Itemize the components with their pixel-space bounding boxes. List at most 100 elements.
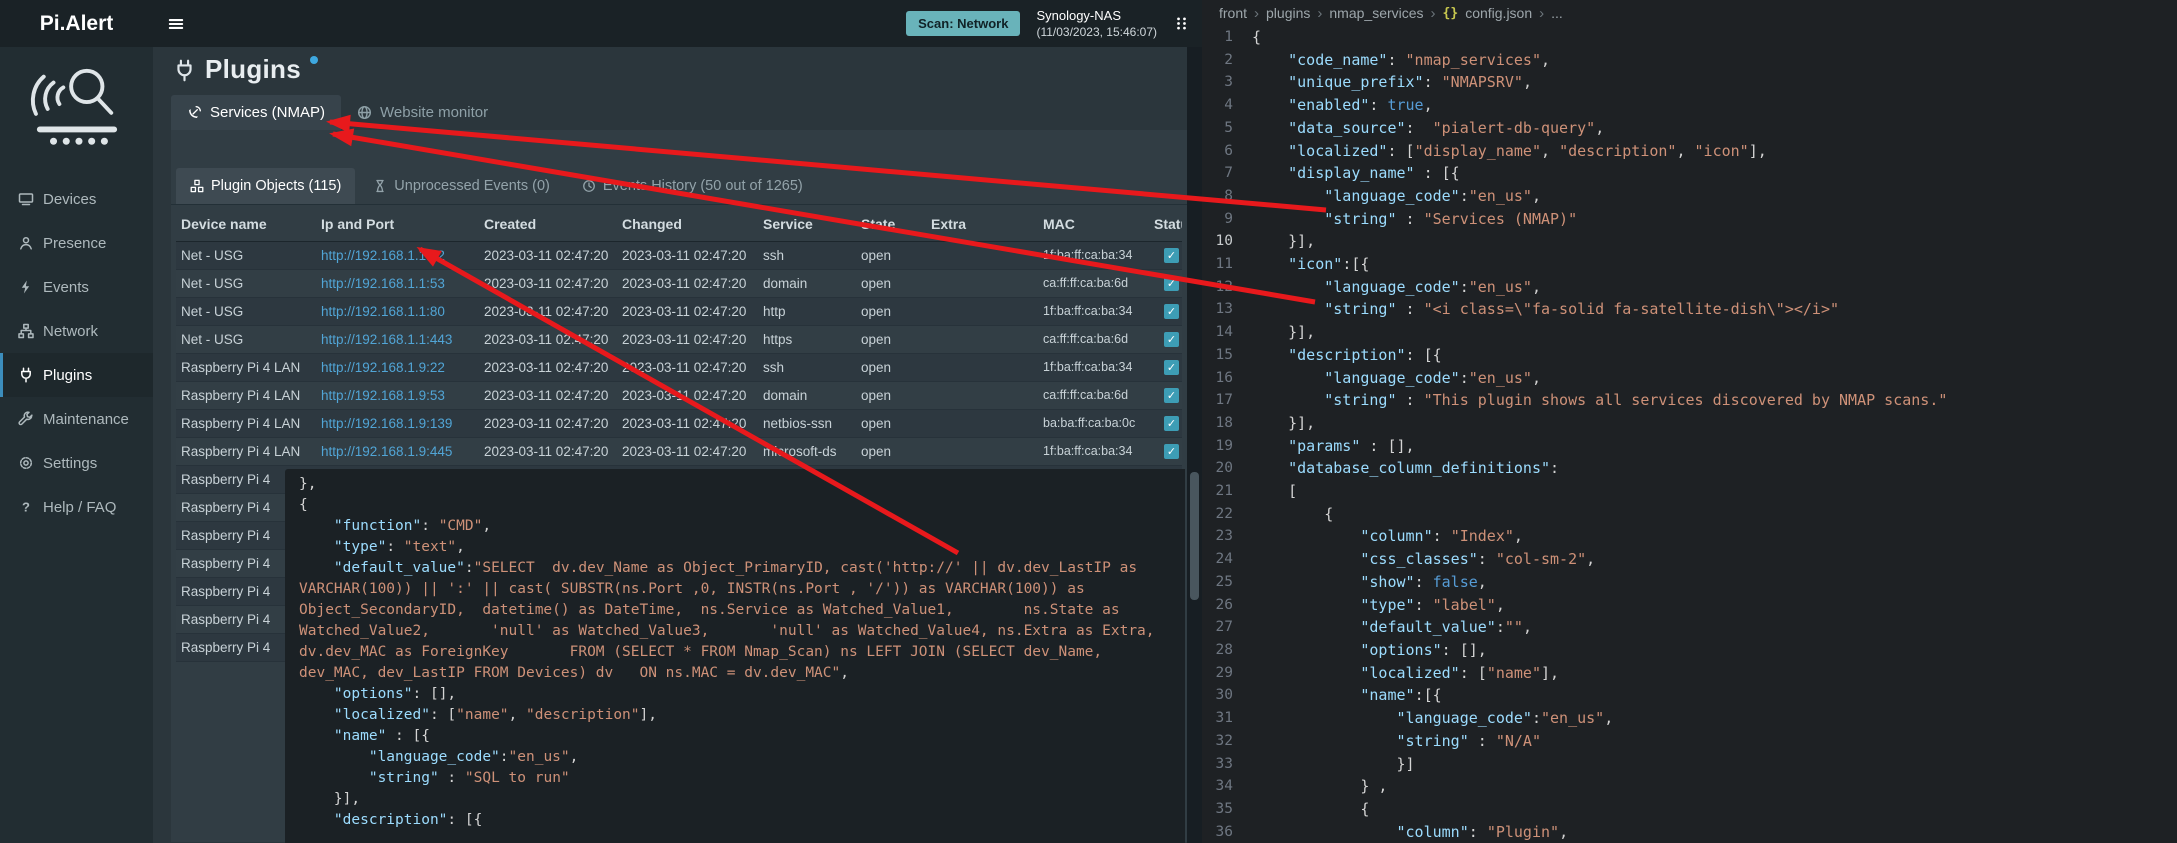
breadcrumb-item[interactable]: plugins (1266, 5, 1310, 21)
table-row[interactable]: Net - USGhttp://192.168.1.1:532023-03-11… (176, 269, 1182, 297)
overlay-code-line[interactable]: "options": [], (299, 684, 1171, 705)
overlay-code-line[interactable]: "localized": ["name", "description"], (299, 705, 1171, 726)
overlay-code-line[interactable]: { (299, 495, 1171, 516)
row-checkbox[interactable]: ✓ (1164, 444, 1179, 459)
code-line[interactable]: 20 "database_column_definitions": (1202, 457, 2177, 480)
column-header-ip-and-port[interactable]: Ip and Port (316, 205, 479, 242)
subtab-plugin-objects-115[interactable]: Plugin Objects (115) (176, 168, 355, 204)
app-scrollbar[interactable] (1187, 47, 1202, 843)
sidebar-item-settings[interactable]: Settings (0, 441, 153, 485)
code-line[interactable]: 16 "language_code":"en_us", (1202, 367, 2177, 390)
breadcrumb-item[interactable]: ... (1551, 5, 1563, 21)
table-row[interactable]: Raspberry Pi 4 LANhttp://192.168.1.9:445… (176, 437, 1182, 465)
scrollbar-thumb[interactable] (1190, 472, 1199, 600)
overlay-code-line[interactable]: "default_value":"SELECT dv.dev_Name as O… (299, 558, 1171, 684)
overlay-code-line[interactable]: "language_code":"en_us", (299, 747, 1171, 768)
code-line[interactable]: 12 "language_code":"en_us", (1202, 276, 2177, 299)
column-header-device-name[interactable]: Device name (176, 205, 316, 242)
code-line[interactable]: 22 { (1202, 503, 2177, 526)
code-line[interactable]: 8 "language_code":"en_us", (1202, 185, 2177, 208)
code-line[interactable]: 26 "type": "label", (1202, 594, 2177, 617)
overlay-code-line[interactable]: "function": "CMD", (299, 516, 1171, 537)
code-line[interactable]: 24 "css_classes": "col-sm-2", (1202, 548, 2177, 571)
code-line[interactable]: 3 "unique_prefix": "NMAPSRV", (1202, 71, 2177, 94)
code-line[interactable]: 5 "data_source": "pialert-db-query", (1202, 117, 2177, 140)
column-header-service[interactable]: Service (758, 205, 856, 242)
column-header-changed[interactable]: Changed (617, 205, 758, 242)
tab-website-monitor[interactable]: Website monitor (341, 95, 504, 130)
code-line[interactable]: 14 }], (1202, 321, 2177, 344)
row-checkbox[interactable]: ✓ (1164, 360, 1179, 375)
code-line[interactable]: 9 "string" : "Services (NMAP)" (1202, 208, 2177, 231)
code-line[interactable]: 33 }] (1202, 753, 2177, 776)
row-checkbox[interactable]: ✓ (1164, 332, 1179, 347)
brand-logo[interactable]: Pi.Alert (0, 0, 153, 47)
breadcrumb-item[interactable]: config.json (1465, 5, 1532, 21)
sidebar-item-maintenance[interactable]: Maintenance (0, 397, 153, 441)
code-line[interactable]: 32 "string" : "N/A" (1202, 730, 2177, 753)
row-checkbox[interactable]: ✓ (1164, 276, 1179, 291)
subtab-unprocessed-events-0[interactable]: Unprocessed Events (0) (359, 168, 564, 204)
ip-port-link[interactable]: http://192.168.1.9:139 (321, 416, 452, 431)
tab-services-nmap[interactable]: Services (NMAP) (171, 95, 341, 130)
ip-port-link[interactable]: http://192.168.1.1:443 (321, 332, 452, 347)
sidebar-item-devices[interactable]: Devices (0, 177, 153, 221)
breadcrumb-item[interactable]: nmap_services (1329, 5, 1423, 21)
row-checkbox[interactable]: ✓ (1164, 248, 1179, 263)
code-line[interactable]: 19 "params" : [], (1202, 435, 2177, 458)
code-line[interactable]: 30 "name":[{ (1202, 684, 2177, 707)
code-line[interactable]: 6 "localized": ["display_name", "descrip… (1202, 140, 2177, 163)
column-header-mac[interactable]: MAC (1038, 205, 1152, 242)
sidebar-item-events[interactable]: Events (0, 265, 153, 309)
sidebar-item-plugins[interactable]: Plugins (0, 353, 153, 397)
code-line[interactable]: 25 "show": false, (1202, 571, 2177, 594)
code-line[interactable]: 35 { (1202, 798, 2177, 821)
column-header-status[interactable]: Status (1152, 205, 1182, 242)
breadcrumb-item[interactable]: front (1219, 5, 1247, 21)
table-row[interactable]: Raspberry Pi 4 LANhttp://192.168.1.9:222… (176, 353, 1182, 381)
sql-config-overlay[interactable]: },{ "function": "CMD", "type": "text", "… (285, 469, 1185, 843)
row-checkbox[interactable]: ✓ (1164, 416, 1179, 431)
row-checkbox[interactable]: ✓ (1164, 304, 1179, 319)
grip-icon[interactable] (1173, 15, 1190, 32)
ip-port-link[interactable]: http://192.168.1.9:53 (321, 388, 445, 403)
code-line[interactable]: 17 "string" : "This plugin shows all ser… (1202, 389, 2177, 412)
overlay-code-line[interactable]: }], (299, 789, 1171, 810)
row-checkbox[interactable]: ✓ (1164, 388, 1179, 403)
code-line[interactable]: 11 "icon":[{ (1202, 253, 2177, 276)
overlay-code-line[interactable]: "description": [{ (299, 810, 1171, 831)
ip-port-link[interactable]: http://192.168.1.9:445 (321, 444, 452, 459)
overlay-code-line[interactable]: }, (299, 474, 1171, 495)
code-line[interactable]: 36 "column": "Plugin", (1202, 821, 2177, 843)
editor-code-area[interactable]: 1{2 "code_name": "nmap_services",3 "uniq… (1202, 26, 2177, 843)
code-line[interactable]: 31 "language_code":"en_us", (1202, 707, 2177, 730)
table-row[interactable]: Raspberry Pi 4 LANhttp://192.168.1.9:532… (176, 381, 1182, 409)
column-header-state[interactable]: State (856, 205, 926, 242)
code-line[interactable]: 4 "enabled": true, (1202, 94, 2177, 117)
code-line[interactable]: 18 }], (1202, 412, 2177, 435)
hamburger-icon[interactable] (167, 15, 185, 33)
ip-port-link[interactable]: http://192.168.1.1:53 (321, 276, 445, 291)
sidebar-item-network[interactable]: Network (0, 309, 153, 353)
code-line[interactable]: 7 "display_name" : [{ (1202, 162, 2177, 185)
overlay-code-line[interactable]: "string" : "SQL to run" (299, 768, 1171, 789)
code-line[interactable]: 34 } , (1202, 775, 2177, 798)
ip-port-link[interactable]: http://192.168.1.1:80 (321, 304, 445, 319)
column-header-created[interactable]: Created (479, 205, 617, 242)
code-line[interactable]: 23 "column": "Index", (1202, 525, 2177, 548)
sidebar-item-presence[interactable]: Presence (0, 221, 153, 265)
code-line[interactable]: 2 "code_name": "nmap_services", (1202, 49, 2177, 72)
code-line[interactable]: 1{ (1202, 26, 2177, 49)
ip-port-link[interactable]: http://192.168.1.1:22 (321, 248, 445, 263)
overlay-code-line[interactable]: "type": "text", (299, 537, 1171, 558)
code-line[interactable]: 21 [ (1202, 480, 2177, 503)
table-row[interactable]: Net - USGhttp://192.168.1.1:802023-03-11… (176, 297, 1182, 325)
code-line[interactable]: 15 "description": [{ (1202, 344, 2177, 367)
table-row[interactable]: Net - USGhttp://192.168.1.1:222023-03-11… (176, 241, 1182, 269)
code-line[interactable]: 10 }], (1202, 230, 2177, 253)
column-header-extra[interactable]: Extra (926, 205, 1038, 242)
sidebar-item-help-faq[interactable]: ?Help / FAQ (0, 485, 153, 529)
code-line[interactable]: 28 "options": [], (1202, 639, 2177, 662)
ip-port-link[interactable]: http://192.168.1.9:22 (321, 360, 445, 375)
code-line[interactable]: 13 "string" : "<i class=\"fa-solid fa-sa… (1202, 298, 2177, 321)
